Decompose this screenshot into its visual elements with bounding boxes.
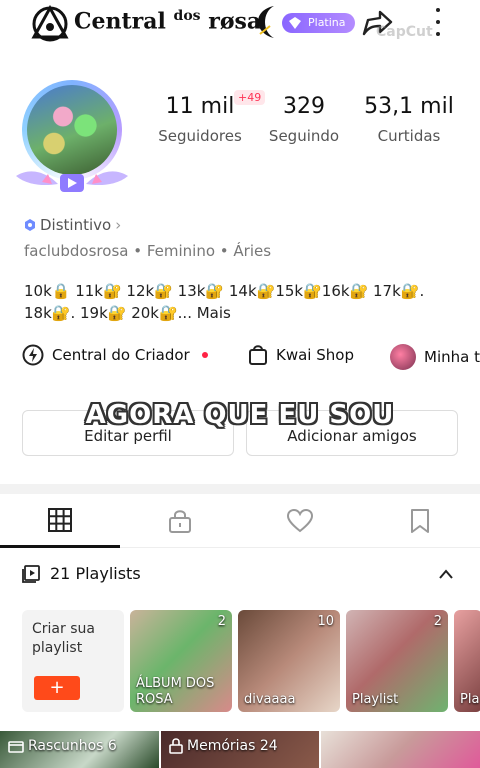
playlist-card[interactable]: Pla: [454, 610, 480, 712]
gem-icon: [289, 17, 301, 29]
memories-tile[interactable]: Memórias 24: [161, 731, 319, 768]
grid-icon: [48, 507, 72, 532]
video-grid-preview: Rascunhos 6 Memórias 24: [0, 731, 480, 768]
my-page-link[interactable]: Minha t: [390, 344, 480, 370]
followers-delta-badge: +49: [234, 90, 266, 105]
triangle-logo-icon: [31, 5, 69, 42]
notification-dot: [201, 352, 208, 358]
avatar-frame-decoration: [16, 171, 128, 192]
profile-bio[interactable]: 10k🔒 11k🔐 12k🔐 13k🔐 14k🔐15k🔐16k🔐 17k🔐. 1…: [24, 280, 464, 324]
drafts-icon: [8, 741, 24, 753]
bookmark-icon: [411, 509, 429, 533]
lightning-icon: [22, 344, 44, 366]
profile-links: Central do Criador Kwai Shop Minha t: [0, 344, 480, 374]
playlist-icon: [22, 564, 40, 583]
more-options-icon[interactable]: [428, 8, 448, 36]
distintivo-link[interactable]: Distintivo ›: [24, 216, 121, 234]
moon-icon: [258, 6, 274, 38]
lock-icon: [169, 510, 191, 533]
capcut-watermark: CapCut: [376, 24, 433, 40]
tab-liked[interactable]: [240, 494, 360, 548]
playlists-row: Criar sua playlist + 2 ÁLBUM DOS ROSA 10…: [22, 610, 480, 714]
playlist-card[interactable]: 2 Playlist: [346, 610, 448, 712]
platina-badge[interactable]: Platina: [282, 13, 355, 33]
heart-icon: [286, 508, 314, 533]
creator-center-link[interactable]: Central do Criador: [22, 344, 208, 366]
section-divider: [0, 484, 480, 494]
chevron-right-icon: ›: [115, 216, 122, 234]
create-playlist-label: Criar sua playlist: [32, 621, 95, 656]
profile-meta: faclubdosrosa • Feminino • Áries: [24, 242, 272, 260]
profile-stats: 11 mil Seguidores +49 329 Seguindo 53,1 …: [150, 90, 470, 174]
following-stat[interactable]: 329 Seguindo: [266, 94, 342, 145]
avatar[interactable]: [12, 76, 132, 200]
badge-hexagon-icon: [25, 219, 35, 231]
lock-icon: [169, 738, 183, 754]
chevron-up-icon[interactable]: [438, 568, 454, 580]
tab-private[interactable]: [120, 494, 240, 548]
playlist-card[interactable]: 10 divaaaa: [238, 610, 340, 712]
create-playlist-button[interactable]: +: [34, 676, 80, 700]
tab-saved[interactable]: [360, 494, 480, 548]
content-tabs: [0, 494, 480, 548]
playlist-card[interactable]: 2 ÁLBUM DOS ROSA: [130, 610, 232, 712]
top-bar: Central dos røsa Platina CapCut: [0, 0, 480, 48]
video-tile[interactable]: [321, 731, 480, 768]
likes-stat[interactable]: 53,1 mil Curtidas: [364, 94, 454, 145]
shopping-bag-icon: [249, 345, 267, 365]
create-playlist-card[interactable]: Criar sua playlist +: [22, 610, 124, 712]
drafts-tile[interactable]: Rascunhos 6: [0, 731, 159, 768]
followers-stat[interactable]: 11 mil Seguidores: [156, 94, 244, 145]
mini-avatar: [390, 344, 416, 370]
playlists-header[interactable]: 21 Playlists: [22, 564, 462, 583]
video-caption-overlay: AGORA QUE EU SOU: [85, 400, 395, 430]
tab-grid[interactable]: [0, 494, 120, 548]
kwai-shop-link[interactable]: Kwai Shop: [248, 344, 354, 366]
profile-title: Central dos røsa: [74, 8, 262, 35]
